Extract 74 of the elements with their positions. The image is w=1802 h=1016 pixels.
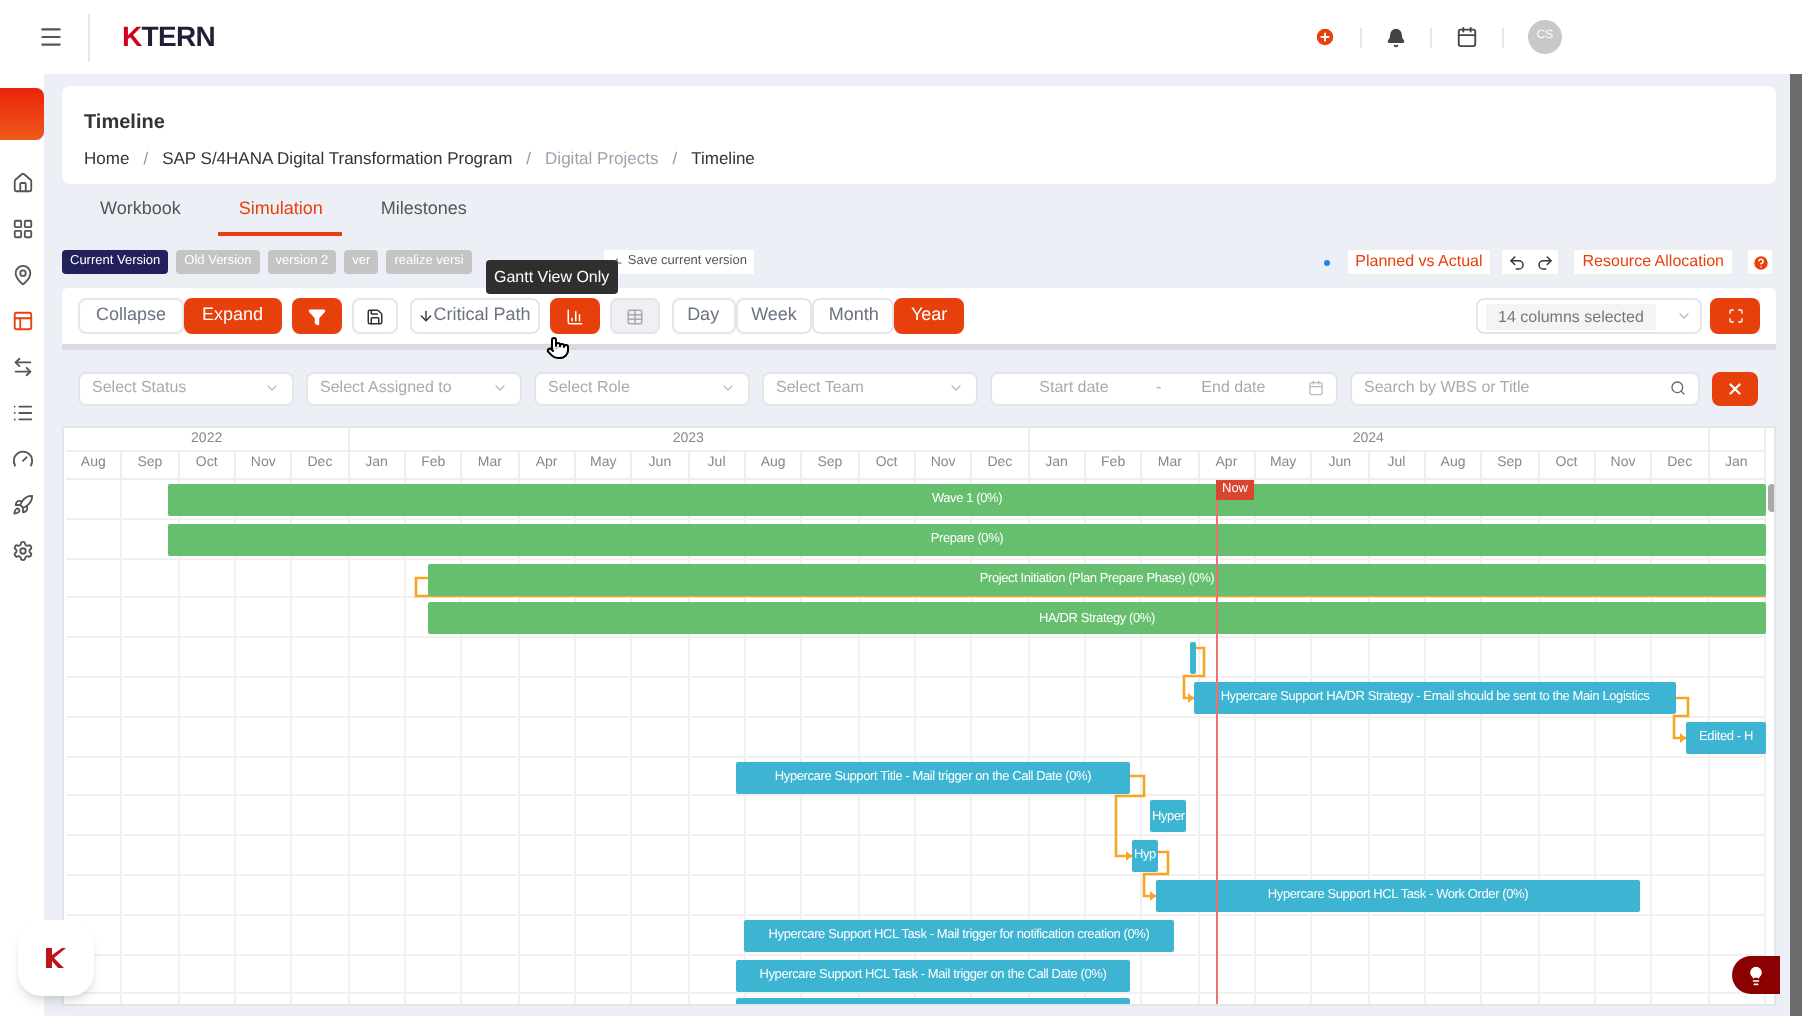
- scale-button[interactable]: Month: [812, 298, 895, 334]
- filter-button[interactable]: [291, 298, 342, 334]
- connector-line: [1182, 646, 1206, 703]
- board-icon[interactable]: [11, 310, 33, 332]
- undo-icon: [1507, 253, 1526, 271]
- redo-icon: [1535, 253, 1554, 271]
- save-button[interactable]: [351, 298, 398, 334]
- chevron-down-icon: [948, 380, 964, 396]
- chart-view-button[interactable]: [549, 298, 600, 334]
- bar-chart-icon: [565, 307, 584, 325]
- menu-icon[interactable]: [38, 24, 64, 50]
- fullscreen-icon: [1727, 308, 1743, 324]
- page-scrollbar[interactable]: [1790, 74, 1802, 1016]
- bell-icon[interactable]: [1386, 27, 1406, 47]
- home-icon[interactable]: [11, 172, 33, 194]
- scale-button[interactable]: Year: [894, 298, 964, 334]
- select-field[interactable]: Select Role: [534, 371, 750, 405]
- breadcrumb-link[interactable]: Timeline: [691, 146, 755, 172]
- swap-arrows-icon[interactable]: [11, 356, 33, 378]
- clear-filters-button[interactable]: [1712, 371, 1758, 405]
- close-icon: [1726, 379, 1744, 397]
- settings-icon[interactable]: [11, 540, 33, 562]
- gantt-scrollbar[interactable]: [1768, 484, 1774, 512]
- breadcrumb-separator: /: [526, 146, 532, 172]
- sidebar-toggle[interactable]: [0, 88, 44, 140]
- resource-allocation-button[interactable]: Resource Allocation: [1572, 248, 1734, 276]
- select-field[interactable]: Select Status: [78, 371, 294, 405]
- save-icon: [365, 307, 384, 325]
- table-icon: [625, 307, 644, 325]
- tooltip: Gantt View Only: [486, 260, 618, 294]
- chevron-down-icon: [492, 380, 508, 396]
- columns-select[interactable]: 14 columns selected: [1476, 298, 1702, 334]
- scale-button[interactable]: Day: [671, 298, 736, 334]
- critical-path-button[interactable]: Critical Path: [409, 298, 540, 334]
- collapse-button[interactable]: Collapse: [78, 298, 185, 334]
- connector-line: [1672, 696, 1690, 743]
- breadcrumb-separator: /: [143, 146, 149, 172]
- tab[interactable]: Milestones: [360, 195, 487, 236]
- filter-icon: [307, 307, 326, 325]
- chevron-down-icon: [720, 380, 736, 396]
- calendar-icon: [1308, 380, 1324, 396]
- search-field[interactable]: Search by WBS or Title: [1350, 371, 1700, 405]
- chevron-down-icon: [264, 380, 280, 396]
- floating-logo-button[interactable]: [18, 920, 94, 996]
- breadcrumb-link[interactable]: Digital Projects: [545, 146, 659, 172]
- lightbulb-icon: [1746, 965, 1766, 985]
- breadcrumb-link[interactable]: Home: [84, 146, 130, 172]
- calendar-icon[interactable]: [1456, 26, 1478, 48]
- help-button[interactable]: [1746, 248, 1774, 276]
- search-icon: [1670, 380, 1686, 396]
- rocket-icon[interactable]: [11, 494, 33, 516]
- tab[interactable]: Simulation: [218, 195, 343, 236]
- k-logo-icon: [44, 948, 68, 968]
- fullscreen-button[interactable]: [1710, 298, 1760, 334]
- planned-vs-actual-button[interactable]: Planned vs Actual: [1345, 248, 1493, 276]
- location-pin-icon[interactable]: [11, 264, 33, 286]
- expand-button[interactable]: Expand: [184, 298, 282, 334]
- grid-icon[interactable]: [11, 218, 33, 240]
- help-icon: [1751, 253, 1769, 271]
- add-icon[interactable]: [1314, 26, 1336, 48]
- select-field[interactable]: Select Team: [762, 371, 978, 405]
- logo: KTERN: [122, 18, 215, 56]
- page-title: Timeline: [84, 110, 167, 138]
- scale-button[interactable]: Week: [735, 298, 813, 334]
- idea-button[interactable]: [1732, 956, 1780, 994]
- select-field[interactable]: Select Assigned to: [306, 371, 522, 405]
- gauge-icon[interactable]: [11, 448, 33, 470]
- date-range-field[interactable]: Start date - End date: [990, 371, 1338, 405]
- columns-select-value: 14 columns selected: [1486, 303, 1656, 329]
- chevron-down-icon: [1676, 308, 1692, 324]
- tab[interactable]: Workbook: [80, 195, 201, 236]
- breadcrumb-link[interactable]: SAP S/4HANA Digital Transformation Program: [162, 146, 513, 172]
- arrow-down-icon: [417, 308, 434, 324]
- breadcrumb-separator: /: [672, 146, 678, 172]
